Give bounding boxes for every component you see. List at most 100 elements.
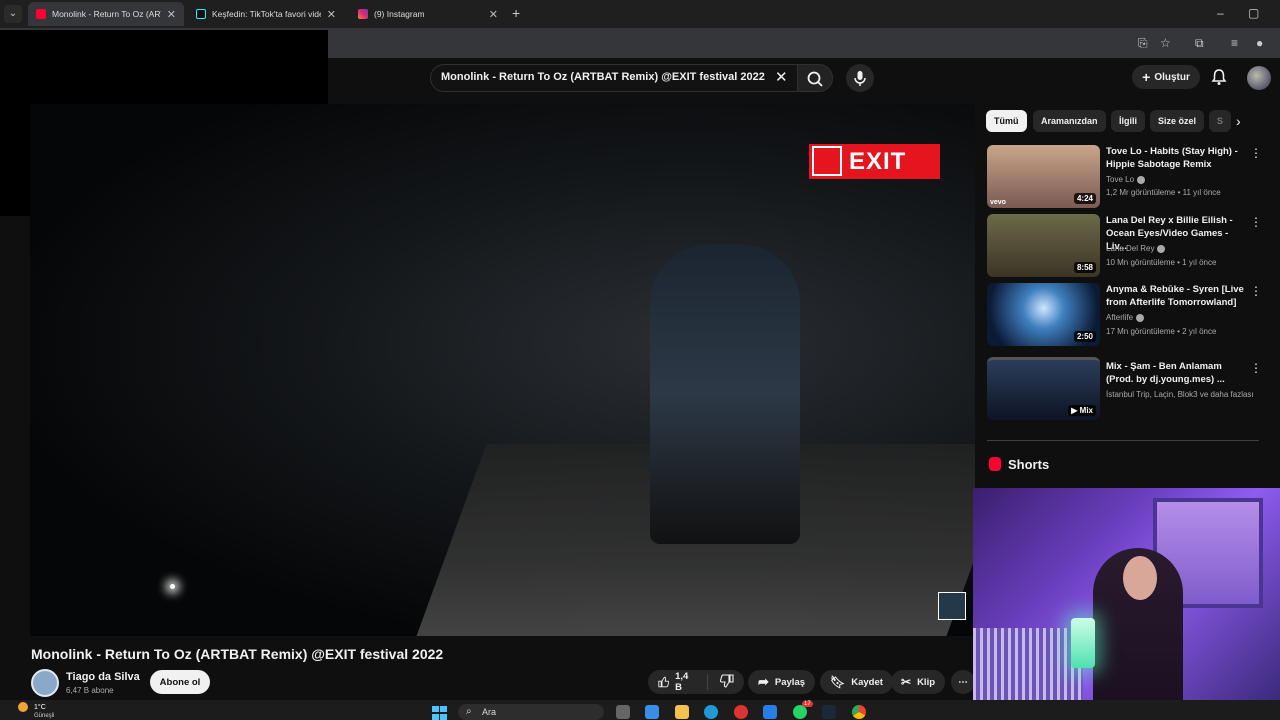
save-label: Kaydet (851, 676, 883, 688)
chip-for-you[interactable]: Size özel (1150, 110, 1205, 132)
bell-icon (1211, 69, 1227, 85)
search-icon (807, 71, 823, 87)
video-menu-icon[interactable]: ⋮ (1250, 285, 1262, 297)
video-thumbnail[interactable]: vevo 4:24 (987, 145, 1100, 208)
whatsapp-icon[interactable]: 17 (793, 701, 813, 719)
task-view-icon[interactable] (616, 705, 630, 719)
file-explorer-icon[interactable] (675, 705, 689, 719)
duration-badge: 4:24 (1073, 193, 1096, 204)
duration-badge: 2:50 (1073, 331, 1096, 342)
channel-watermark-icon[interactable] (938, 592, 966, 620)
dislike-button[interactable] (719, 673, 734, 691)
new-tab-button[interactable]: + (512, 6, 520, 20)
share-button[interactable]: ➦ Paylaş (748, 670, 816, 694)
voice-search-button[interactable] (846, 64, 874, 92)
plus-icon: + (1142, 69, 1151, 85)
clip-label: Klip (917, 676, 936, 688)
browser-tab-instagram[interactable]: (9) Instagram ✕ (350, 2, 506, 26)
create-button[interactable]: + Oluştur (1132, 65, 1200, 89)
mix-thumbnail[interactable]: ▶ Mix (987, 357, 1100, 420)
account-avatar[interactable] (1247, 66, 1271, 90)
start-button[interactable] (432, 706, 448, 720)
channel-name[interactable]: Tiago da Silva (66, 671, 140, 683)
like-button[interactable]: 1,4 B (658, 671, 693, 693)
browser-tab-youtube[interactable]: Monolink - Return To Oz (ARTBA ✕ (28, 2, 184, 26)
verified-icon (1137, 175, 1146, 184)
share-label: Paylaş (774, 676, 806, 688)
video-channel[interactable]: Tove Lo (1106, 175, 1146, 184)
search-input[interactable]: Monolink - Return To Oz (ARTBAT Remix) @… (441, 71, 765, 83)
video-meta: 10 Mn görüntüleme • 1 yıl önce (1106, 258, 1217, 267)
edge-icon[interactable] (704, 705, 718, 719)
video-meta: 1,2 Mr görüntüleme • 11 yıl önce (1106, 188, 1221, 197)
thumbs-up-icon (658, 676, 670, 688)
video-title: Monolink - Return To Oz (ARTBAT Remix) @… (31, 646, 444, 662)
clip-button[interactable]: ✂ Klip (891, 670, 946, 694)
media-controls-icon[interactable]: ≡ (1231, 36, 1238, 50)
notification-badge: 17 (802, 701, 813, 707)
share-icon: ➦ (758, 674, 769, 689)
channel-name: Tove Lo (1106, 175, 1135, 184)
channel-name: Lana Del Rey (1106, 244, 1155, 253)
chip-all[interactable]: Tümü (986, 110, 1027, 132)
clear-search-icon[interactable]: ✕ (775, 68, 788, 86)
chip-partial[interactable]: S (1209, 110, 1232, 132)
save-button[interactable]: 🔖︎ Kaydet (820, 670, 893, 694)
tab-close-icon[interactable]: ✕ (167, 8, 176, 21)
video-title[interactable]: Mix - Şam - Ben Anlamam (Prod. by dj.you… (1106, 360, 1246, 386)
install-app-icon[interactable]: ⎘ (1138, 36, 1148, 51)
extensions-icon[interactable]: ⧉ (1195, 36, 1204, 51)
channel-avatar[interactable] (31, 669, 59, 697)
windows-taskbar (0, 700, 1280, 720)
taskbar-search[interactable]: ⌕ Ara (458, 704, 604, 720)
thumbs-down-icon (719, 673, 734, 688)
subscribe-button[interactable]: Abone ol (150, 670, 210, 694)
create-label: Oluştur (1154, 71, 1190, 83)
video-title[interactable]: Tove Lo - Habits (Stay High) - Hippie Sa… (1106, 145, 1246, 171)
chrome-icon[interactable] (852, 705, 866, 719)
bookmark-star-icon[interactable]: ☆ (1160, 36, 1171, 50)
store-icon[interactable] (763, 705, 777, 719)
video-menu-icon[interactable]: ⋮ (1250, 216, 1262, 228)
minimize-button[interactable]: – (1217, 6, 1224, 20)
video-menu-icon[interactable]: ⋮ (1250, 362, 1262, 374)
windows-logo-icon (440, 706, 447, 712)
chip-related[interactable]: İlgili (1111, 110, 1145, 132)
video-thumbnail[interactable]: 8:58 (987, 214, 1100, 277)
mix-label: Mix (1079, 406, 1093, 415)
mix-artists: İstanbul Trip, Laçin, Blok3 ve daha fazl… (1106, 390, 1254, 399)
video-menu-icon[interactable]: ⋮ (1250, 147, 1262, 159)
video-player[interactable]: EXIT (30, 104, 975, 636)
duration-badge: 8:58 (1073, 262, 1096, 273)
tab-title: (9) Instagram (374, 9, 425, 19)
tab-close-icon[interactable]: ✕ (327, 8, 336, 21)
video-thumbnail[interactable]: 2:50 (987, 283, 1100, 346)
video-title-line: Lana Del Rey x Billie Eilish - (1106, 215, 1233, 226)
browser-tab-tiktok[interactable]: Keşfedin: TikTok'ta favori videol ✕ (188, 2, 344, 26)
notifications-button[interactable] (1211, 68, 1227, 91)
weather-icon[interactable] (18, 702, 28, 712)
widgets-icon[interactable] (645, 705, 659, 719)
more-actions-button[interactable]: ⋯ (951, 670, 975, 694)
tab-search-dropdown[interactable]: ⌄ (4, 5, 22, 23)
maximize-button[interactable]: ▢ (1248, 6, 1259, 20)
chip-from-search[interactable]: Aramanızdan (1033, 110, 1106, 132)
channel-name: Afterlife (1106, 313, 1134, 322)
subscriber-count: 6,47 B abone (66, 686, 114, 695)
video-channel[interactable]: Afterlife (1106, 313, 1145, 322)
vevo-badge: vevo (990, 199, 1006, 206)
performer-graphic (650, 244, 800, 544)
chevron-right-icon[interactable]: › (1236, 113, 1241, 129)
weather-condition: Güneşli (34, 713, 55, 719)
video-title[interactable]: Anyma & Rebūke - Syren [Live from Afterl… (1106, 283, 1246, 309)
video-title-line: Mix - Şam - Ben Anlamam (1106, 361, 1222, 372)
profile-icon[interactable]: ● (1256, 36, 1263, 50)
app-icon[interactable] (734, 705, 748, 719)
steam-icon[interactable] (822, 705, 836, 719)
video-channel[interactable]: Lana Del Rey (1106, 244, 1166, 253)
video-title-line: (Prod. by dj.young.mes) ... (1106, 374, 1225, 385)
like-divider (707, 674, 708, 690)
shorts-heading: Shorts (1008, 457, 1050, 472)
tab-close-icon[interactable]: ✕ (489, 8, 498, 21)
search-button[interactable] (797, 64, 833, 92)
